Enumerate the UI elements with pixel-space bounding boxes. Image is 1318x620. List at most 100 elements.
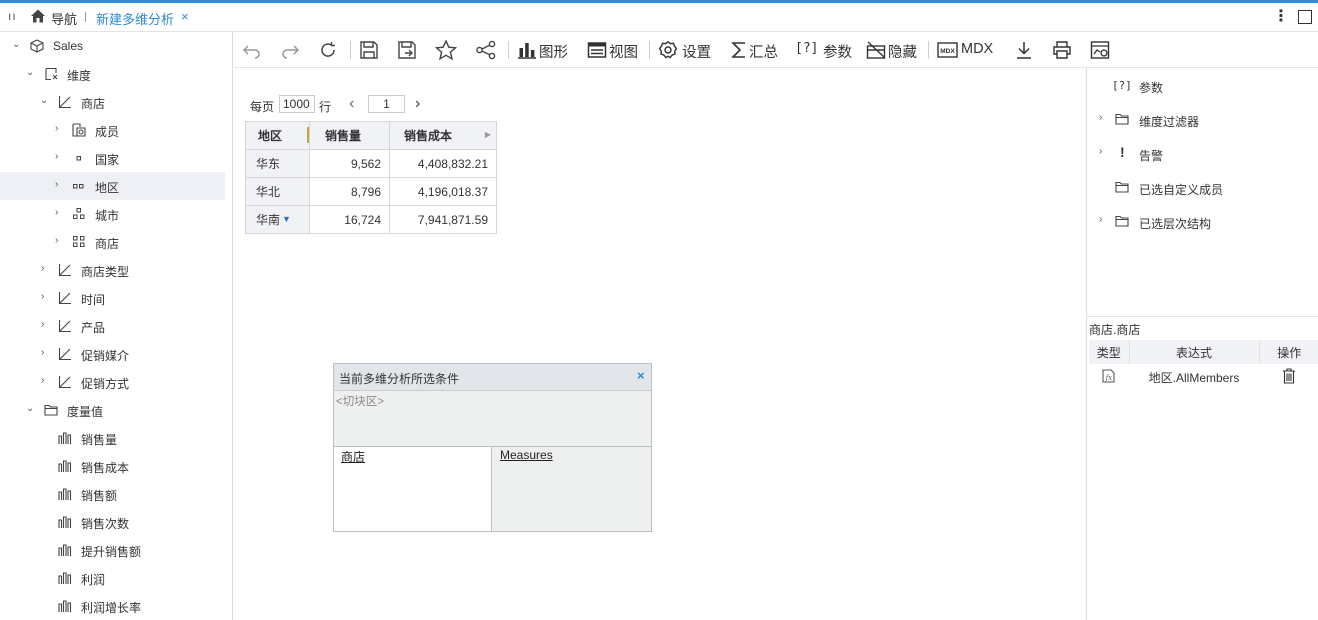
- tree-node-measure[interactable]: 销售成本: [0, 452, 225, 480]
- panel-item-hierarchies[interactable]: › 已选层次结构: [1087, 206, 1318, 236]
- chevron-right-icon[interactable]: ›: [55, 124, 65, 134]
- tree-node-measure[interactable]: 销售量: [0, 424, 225, 452]
- chart-settings-button[interactable]: [1090, 38, 1112, 62]
- params-button[interactable]: [?] 参数: [795, 38, 857, 62]
- maximize-icon[interactable]: [1298, 10, 1312, 24]
- chevron-right-icon[interactable]: ›: [1099, 146, 1102, 157]
- tree-node-measure[interactable]: 利润增长率: [0, 592, 225, 620]
- nav-label[interactable]: 导航: [51, 9, 77, 28]
- slicer-area[interactable]: <切块区>: [334, 391, 651, 447]
- chevron-right-icon[interactable]: ›: [41, 348, 51, 358]
- tree-node-measure[interactable]: 销售额: [0, 480, 225, 508]
- page-number-input[interactable]: [368, 95, 405, 113]
- tree-node-measure[interactable]: 销售次数: [0, 508, 225, 536]
- chevron-right-icon[interactable]: ›: [55, 236, 65, 246]
- chart-button[interactable]: 图形: [517, 38, 573, 62]
- home-icon[interactable]: [30, 8, 46, 24]
- chevron-right-icon[interactable]: ›: [1099, 112, 1102, 123]
- columns-area[interactable]: Measures: [493, 447, 651, 531]
- columns-item-link[interactable]: Measures: [500, 448, 553, 462]
- share-button[interactable]: [475, 38, 497, 62]
- chevron-right-icon[interactable]: ›: [55, 152, 65, 162]
- rows-area[interactable]: 商店: [334, 447, 492, 531]
- row-header[interactable]: 华东: [245, 149, 310, 178]
- chevron-right-icon[interactable]: ›: [55, 208, 65, 218]
- tree-node-sales[interactable]: ⌄ Sales: [0, 32, 225, 60]
- trash-icon[interactable]: [1282, 367, 1296, 384]
- tree-node-members[interactable]: › 成员: [0, 116, 225, 144]
- chevron-down-icon[interactable]: ⌄: [40, 96, 50, 106]
- next-page-icon[interactable]: ›: [415, 95, 420, 113]
- favorite-button[interactable]: [435, 38, 459, 62]
- save-button[interactable]: [359, 38, 381, 62]
- table-row: 华北 8,796 4,196,018.37: [245, 177, 497, 206]
- save-as-button[interactable]: [397, 38, 419, 62]
- dropdown-caret-icon[interactable]: ▼: [282, 214, 291, 224]
- grid-header-row: 地区 销售量 销售成本 ▶: [245, 121, 497, 150]
- chevron-right-icon[interactable]: ›: [41, 320, 51, 330]
- mdx-icon: MDX: [937, 42, 958, 58]
- tree-node-region[interactable]: › 地区: [0, 172, 225, 200]
- tree-label: 时间: [81, 293, 106, 307]
- tree-node-measure[interactable]: 利润: [0, 564, 225, 592]
- column-header-region[interactable]: 地区: [245, 121, 310, 150]
- panel-item-dimension-filter[interactable]: › 维度过滤器: [1087, 104, 1318, 134]
- bar-chart-icon: [518, 43, 536, 59]
- tree-node-dimensions[interactable]: ⌄ 维度: [0, 60, 225, 88]
- mdx-button[interactable]: MDX MDX: [937, 38, 1003, 62]
- row-header[interactable]: 华北: [245, 177, 310, 206]
- per-page-input[interactable]: [279, 95, 315, 113]
- tree-node-measures[interactable]: ⌄ 度量值: [0, 396, 225, 424]
- tree-node-city[interactable]: › 城市: [0, 200, 225, 228]
- panel-item-custom-members[interactable]: 已选自定义成员: [1087, 172, 1318, 202]
- hide-label: 隐藏: [888, 45, 917, 61]
- close-icon[interactable]: ×: [637, 368, 645, 383]
- measure-bar-icon: [58, 460, 72, 472]
- star-icon: [435, 40, 457, 60]
- tree-node-promo-media[interactable]: › 促销媒介: [0, 340, 225, 368]
- prev-page-icon[interactable]: ‹: [349, 95, 354, 113]
- chevron-right-icon[interactable]: ›: [55, 180, 65, 190]
- view-icon: [587, 42, 607, 58]
- tree-node-store[interactable]: ⌄ 商店: [0, 88, 225, 116]
- chevron-down-icon[interactable]: ⌄: [12, 40, 22, 50]
- refresh-button[interactable]: [318, 38, 340, 62]
- view-button[interactable]: 视图: [587, 38, 643, 62]
- tree-node-country[interactable]: › 国家: [0, 144, 225, 172]
- chevron-down-icon[interactable]: ⌄: [26, 404, 36, 414]
- chevron-right-icon[interactable]: ›: [41, 292, 51, 302]
- redo-button[interactable]: [280, 38, 302, 62]
- print-button[interactable]: [1052, 38, 1074, 62]
- tree-node-store-level[interactable]: › 商店: [0, 228, 225, 256]
- tree-node-store-type[interactable]: › 商店类型: [0, 256, 225, 284]
- panel-item-alerts[interactable]: › ! 告警: [1087, 138, 1318, 168]
- summary-button[interactable]: 汇总: [730, 38, 782, 62]
- tab-close-icon[interactable]: ×: [181, 9, 189, 24]
- tree-node-product[interactable]: › 产品: [0, 312, 225, 340]
- header-label: 地区: [258, 129, 283, 143]
- tree-node-time[interactable]: › 时间: [0, 284, 225, 312]
- tree-node-measure[interactable]: 提升销售额: [0, 536, 225, 564]
- dialog-header[interactable]: 当前多维分析所选条件 ×: [334, 364, 651, 391]
- column-header-qty[interactable]: 销售量: [309, 121, 390, 150]
- download-button[interactable]: [1014, 38, 1036, 62]
- panel-item-label: 维度过滤器: [1139, 115, 1200, 129]
- olap-grid: 地区 销售量 销售成本 ▶ 华东 9,562 4,408,832.21 华北 8,…: [245, 121, 497, 234]
- tab-new-olap[interactable]: 新建多维分析: [96, 9, 174, 28]
- chevron-right-icon[interactable]: ›: [1099, 214, 1102, 225]
- chevron-right-icon[interactable]: ›: [41, 376, 51, 386]
- chevron-right-icon[interactable]: ›: [41, 264, 51, 274]
- chevron-down-icon[interactable]: ⌄: [26, 68, 36, 78]
- hide-button[interactable]: 隐藏: [866, 38, 924, 62]
- menu-icon[interactable]: ıı: [8, 9, 17, 23]
- settings-button[interactable]: 设置: [658, 38, 716, 62]
- tree-node-promo-method[interactable]: › 促销方式: [0, 368, 225, 396]
- rows-item-link[interactable]: 商店: [341, 448, 365, 465]
- more-options-icon[interactable]: ⋮: [1273, 6, 1289, 26]
- toolbar-divider: [649, 41, 650, 59]
- undo-button[interactable]: [242, 38, 264, 62]
- panel-item-params[interactable]: [?] 参数: [1087, 70, 1318, 100]
- row-header[interactable]: 华南 ▼: [245, 205, 310, 234]
- column-header-cost[interactable]: 销售成本 ▶: [389, 121, 497, 150]
- expand-right-icon[interactable]: ▶: [485, 130, 491, 139]
